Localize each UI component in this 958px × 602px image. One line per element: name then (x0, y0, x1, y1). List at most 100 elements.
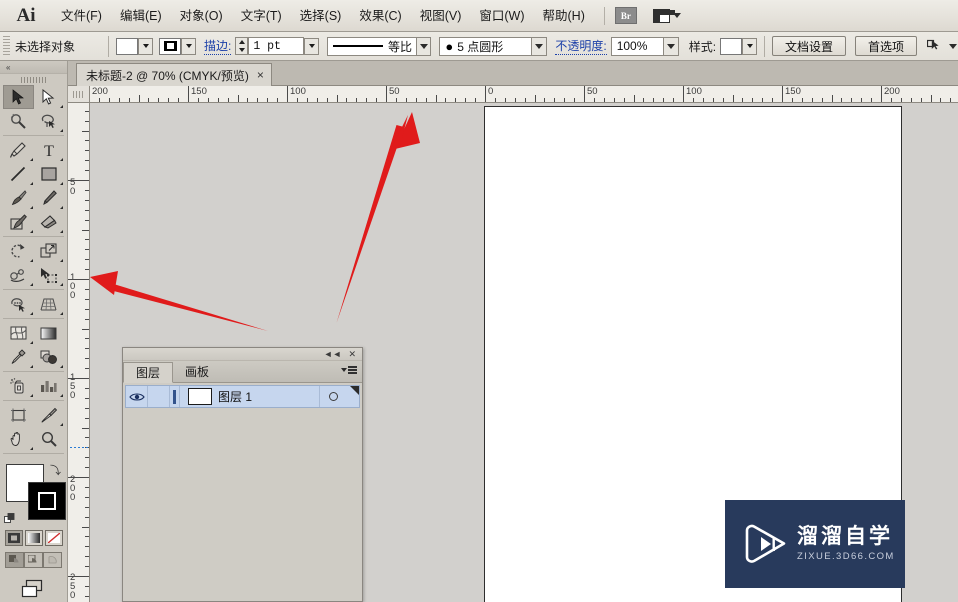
stroke-weight-dropdown[interactable] (304, 37, 320, 55)
opacity-value[interactable]: 100% (617, 39, 659, 53)
stroke-profile-dropdown-arrow[interactable] (415, 37, 431, 55)
lasso-tool[interactable] (34, 109, 65, 133)
menu-type[interactable]: 文字(T) (232, 4, 291, 28)
ruler-corner[interactable] (68, 86, 90, 103)
stroke-weight-stepper[interactable] (235, 37, 249, 55)
slice-tool[interactable] (34, 403, 65, 427)
menu-view[interactable]: 视图(V) (411, 4, 471, 28)
selection-tool[interactable] (3, 85, 34, 109)
menu-edit[interactable]: 编辑(E) (111, 4, 171, 28)
shape-builder-tool[interactable] (3, 292, 34, 316)
eraser-tool[interactable] (34, 210, 65, 234)
opacity-combo[interactable]: 100% (610, 36, 679, 56)
color-mode-color[interactable] (4, 530, 23, 546)
menu-file[interactable]: 文件(F) (52, 4, 111, 28)
symbol-sprayer-tool[interactable] (3, 374, 34, 398)
layer-target-indicator[interactable] (319, 386, 347, 407)
close-icon[interactable]: × (257, 69, 264, 81)
hand-tool[interactable] (3, 427, 34, 451)
draw-inside-mode[interactable] (43, 552, 62, 568)
menu-help[interactable]: 帮助(H) (534, 4, 594, 28)
document-tab-bar: 未标题-2 @ 70% (CMYK/预览) × (68, 61, 958, 86)
collapse-panel-icon[interactable]: « (6, 63, 11, 72)
default-fill-stroke-icon[interactable] (4, 511, 15, 523)
align-objects-icon[interactable] (926, 39, 943, 54)
eyedropper-tool[interactable] (3, 345, 34, 369)
vertical-ruler[interactable]: 50 100 150 200 250 (68, 103, 90, 602)
tab-artboards[interactable]: 画板 (173, 361, 221, 382)
workspace-switcher-button[interactable] (652, 8, 681, 23)
layers-panel-titlebar[interactable]: ◄◄ ✕ (123, 348, 362, 361)
mesh-tool[interactable] (3, 321, 34, 345)
width-tool[interactable] (3, 263, 34, 287)
horizontal-ruler[interactable]: 200 150 100 50 0 50 100 150 200 (68, 86, 958, 103)
stroke-proxy-swatch[interactable] (28, 482, 66, 520)
preferences-button[interactable]: 首选项 (855, 36, 918, 56)
panel-menu-icon[interactable] (341, 366, 357, 374)
perspective-grid-tool[interactable] (34, 292, 65, 316)
bridge-button[interactable]: Br (614, 7, 637, 24)
rotate-tool[interactable] (3, 239, 34, 263)
graphic-style-dropdown[interactable] (742, 37, 758, 55)
tab-layers[interactable]: 图层 (123, 362, 174, 383)
scale-tool[interactable] (34, 239, 65, 263)
watermark-brand-cn: 溜溜自学 (797, 525, 893, 549)
annotation-arrow-left (90, 271, 268, 331)
tool-flyout-indicator-icon (29, 230, 33, 233)
zoom-tool[interactable] (34, 427, 65, 451)
draw-behind-mode[interactable] (24, 552, 43, 568)
menu-object[interactable]: 对象(O) (171, 4, 232, 28)
draw-normal-mode[interactable] (5, 552, 24, 568)
blend-tool[interactable] (34, 345, 65, 369)
stroke-profile-combo[interactable]: 等比 (327, 36, 432, 56)
close-icon[interactable]: ✕ (348, 349, 356, 359)
type-tool[interactable]: T (34, 138, 65, 162)
tools-panel-header[interactable]: « (0, 61, 67, 74)
line-segment-tool[interactable] (3, 162, 34, 186)
layers-list[interactable]: 图层 1 (123, 383, 362, 601)
tools-panel-grip[interactable] (0, 74, 67, 85)
tools-divider-4 (3, 318, 64, 319)
color-mode-none[interactable] (44, 530, 63, 546)
menu-window[interactable]: 窗口(W) (470, 4, 533, 28)
fill-swatch-dropdown[interactable] (138, 37, 153, 55)
direct-selection-tool[interactable] (34, 85, 65, 109)
gradient-tool[interactable] (34, 321, 65, 345)
column-graph-tool[interactable] (34, 374, 65, 398)
layer-lock-toggle[interactable] (148, 386, 170, 407)
color-mode-gradient[interactable] (24, 530, 43, 546)
tools-panel: « T ⤵ (0, 61, 68, 602)
menu-effect[interactable]: 效果(C) (350, 4, 410, 28)
graphic-style-swatch[interactable] (720, 37, 743, 55)
fill-color-swatch[interactable] (116, 37, 138, 55)
magic-wand-tool[interactable] (3, 109, 34, 133)
artboard-tool[interactable] (3, 403, 34, 427)
document-setup-button[interactable]: 文档设置 (772, 36, 847, 56)
align-dropdown-chevron-icon[interactable] (949, 43, 958, 49)
paintbrush-tool[interactable] (3, 186, 34, 210)
stroke-weight-field[interactable]: 1 pt (248, 37, 305, 55)
opacity-dropdown-arrow[interactable] (662, 37, 678, 55)
pencil-tool[interactable] (34, 186, 65, 210)
layer-name[interactable]: 图层 1 (218, 388, 319, 405)
opacity-label[interactable]: 不透明度: (555, 37, 607, 55)
tool-flyout-indicator-icon (60, 423, 63, 426)
stroke-weight-label[interactable]: 描边: (204, 37, 232, 55)
stroke-swatch-dropdown[interactable] (181, 37, 196, 55)
document-tab[interactable]: 未标题-2 @ 70% (CMYK/预览) × (76, 63, 272, 86)
change-screen-mode-icon[interactable] (20, 578, 48, 602)
pen-tool[interactable] (3, 138, 34, 162)
brush-definition-dropdown-arrow[interactable] (531, 37, 547, 55)
menu-select[interactable]: 选择(S) (291, 4, 351, 28)
brush-definition-combo[interactable]: ● 5 点圆形 (439, 36, 548, 56)
control-bar-grip[interactable] (3, 36, 10, 56)
swap-fill-stroke-icon[interactable]: ⤵ (50, 462, 61, 478)
table-row[interactable]: 图层 1 (125, 385, 360, 408)
tool-flyout-indicator-icon (60, 365, 63, 368)
stroke-color-swatch[interactable] (159, 37, 181, 55)
layer-visibility-toggle[interactable] (126, 386, 148, 407)
free-transform-tool[interactable] (34, 263, 65, 287)
blob-brush-tool[interactable] (3, 210, 34, 234)
collapse-panel-icon[interactable]: ◄◄ (324, 349, 342, 359)
rectangle-tool[interactable] (34, 162, 65, 186)
